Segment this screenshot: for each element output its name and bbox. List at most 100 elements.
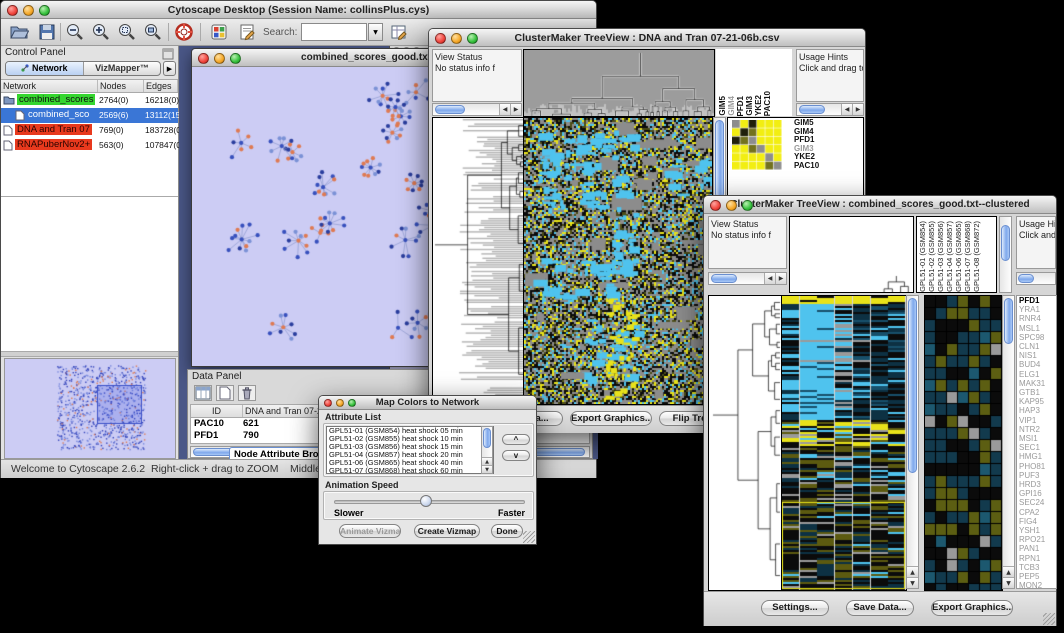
network-row-rnapubernov2[interactable]: RNAPuberNov2+ 563(0) 107847(0) [1,138,178,153]
treeview1-titlebar[interactable]: ClusterMaker TreeView : DNA and Tran 07-… [429,29,865,47]
gene-label-31[interactable]: MON2 [1019,581,1056,589]
tv1-col-label-4[interactable]: YKE2 [754,95,763,116]
gene-label-20[interactable]: HRD3 [1019,480,1056,489]
search-dropdown-icon[interactable]: ▼ [368,23,383,41]
zoom-heatmap[interactable] [924,295,1003,591]
column-dendrogram-area[interactable] [789,216,914,293]
gene-label-22[interactable]: SEC24 [1019,498,1056,507]
zoom-fit-icon[interactable] [143,22,163,42]
tv2-col-label-0[interactable]: GPL51-01 (GSM854) [918,221,927,292]
gene-label-30[interactable]: PEP5 [1019,572,1056,581]
tv1-col-label-3[interactable]: GIM3 [745,96,754,116]
open-session-icon[interactable] [9,22,29,42]
gene-label-6[interactable]: NIS1 [1019,351,1056,360]
view-status-hscrollbar[interactable]: ◀ ▶ [708,272,787,285]
maximize-icon[interactable] [39,5,50,16]
usage-hints-hscrollbar[interactable]: ◀ ▶ [796,103,864,116]
heatmap-canvas[interactable] [781,295,907,591]
zoom-v-scrollbar[interactable]: ▲ ▼ [1002,295,1015,589]
search-input[interactable] [301,23,367,41]
gene-label-28[interactable]: RPN1 [1019,554,1056,563]
tv1-col-label-1[interactable]: GIM4 [727,96,736,116]
tv1-col-label-5[interactable]: PAC10 [763,91,772,116]
tv1-col-label-0[interactable]: GIM5 [718,96,727,116]
gene-label-14[interactable]: NTR2 [1019,425,1056,434]
move-down-button[interactable]: v [502,450,530,461]
gene-label-5[interactable]: CLN1 [1019,342,1056,351]
gene-label-0[interactable]: PFD1 [1019,296,1056,305]
column-dendrogram[interactable] [523,49,715,117]
col-id[interactable]: ID [191,405,243,417]
gene-label-19[interactable]: PUF3 [1019,471,1056,480]
gene-label-10[interactable]: GTB1 [1019,388,1056,397]
network-row-combined-scores[interactable]: combined_scores 2764(0) 16218(0) [1,93,178,108]
gene-list[interactable]: PFD1YRA1RNR4MSL1SPC98CLN1NIS1BUD4ELG1MAK… [1016,295,1057,589]
vizmapper-icon[interactable] [209,22,229,42]
animate-vizmap-button[interactable]: Animate Vizmap [339,524,401,538]
close-icon[interactable] [710,200,721,211]
gene-label-23[interactable]: CPA2 [1019,508,1056,517]
tv2-col-label-4[interactable]: GPL51-06 (GSM865) [954,221,963,292]
gene-label-26[interactable]: RPO21 [1019,535,1056,544]
gene-label-29[interactable]: TCB3 [1019,563,1056,572]
tab-network[interactable]: Network [6,62,84,75]
col-network[interactable]: Network [1,80,98,92]
tv1-row-label-5[interactable]: PAC10 [794,162,819,171]
gene-label-4[interactable]: SPC98 [1019,333,1056,342]
attribute-item-5[interactable]: GPL51-07 (GSM868) heat shock 60 min [327,467,493,474]
gene-label-13[interactable]: VIP1 [1019,416,1056,425]
create-attribute-icon[interactable] [216,385,234,401]
birdseye-view[interactable] [4,358,176,459]
gene-label-7[interactable]: BUD4 [1019,360,1056,369]
maximize-icon[interactable] [230,53,241,64]
row-dendrogram[interactable] [708,295,782,591]
usage-hints-hscrollbar[interactable] [1016,272,1056,285]
annotation-icon[interactable] [237,22,257,42]
settings-button[interactable]: Settings... [761,600,829,616]
speed-slider-thumb[interactable] [420,495,432,507]
gene-label-25[interactable]: YSH1 [1019,526,1056,535]
gene-label-27[interactable]: PAN1 [1019,544,1056,553]
resize-grip[interactable] [523,531,535,543]
tv2-col-label-6[interactable]: GPL51-08 (GSM872) [972,221,981,292]
zoom-in-icon[interactable] [91,22,111,42]
zoom-out-icon[interactable] [65,22,85,42]
heatmap-v-scrollbar[interactable]: ▲ ▼ [906,295,919,589]
close-icon[interactable] [324,399,332,407]
tab-vizmapper[interactable]: VizMapper™ [84,62,160,75]
col-edges[interactable]: Edges [144,80,178,92]
gene-label-3[interactable]: MSL1 [1019,324,1056,333]
minimize-icon[interactable] [726,200,737,211]
export-graphics-button[interactable]: Export Graphics... [570,411,652,426]
maximize-icon[interactable] [467,33,478,44]
export-graphics-button[interactable]: Export Graphics... [931,600,1013,616]
panel-splitter[interactable] [1,351,178,357]
tv1-col-label-2[interactable]: PFD1 [736,96,745,116]
tv2-col-label-5[interactable]: GPL51-07 (GSM868) [963,221,972,292]
save-session-icon[interactable] [37,22,57,42]
create-vizmap-button[interactable]: Create Vizmap [414,524,480,538]
view-status-hscrollbar[interactable]: ◀ ▶ [432,103,522,116]
attribute-editor-icon[interactable] [389,22,409,42]
maximize-icon[interactable] [742,200,753,211]
gene-label-15[interactable]: MSI1 [1019,434,1056,443]
gene-label-11[interactable]: KAP95 [1019,397,1056,406]
col-nodes[interactable]: Nodes [98,80,144,92]
gene-label-1[interactable]: YRA1 [1019,305,1056,314]
col-labels-scrollbar[interactable] [999,216,1012,293]
gene-label-12[interactable]: HAP3 [1019,406,1056,415]
gene-label-16[interactable]: SEC1 [1019,443,1056,452]
minimize-icon[interactable] [336,399,344,407]
tv2-col-label-2[interactable]: GPL51-03 (GSM856) [936,221,945,292]
zoom-heatmap[interactable] [732,120,782,170]
close-icon[interactable] [7,5,18,16]
resize-grip[interactable] [1043,613,1055,625]
minimize-icon[interactable] [451,33,462,44]
delete-attribute-trash-icon[interactable] [238,385,256,401]
minimize-icon[interactable] [214,53,225,64]
save-data-button[interactable]: Save Data... [846,600,914,616]
network-row-combined-sco-selected[interactable]: combined_sco 2569(6) 13112(15) [1,108,178,123]
move-up-button[interactable]: ^ [502,434,530,445]
close-icon[interactable] [435,33,446,44]
gene-label-21[interactable]: GPI16 [1019,489,1056,498]
